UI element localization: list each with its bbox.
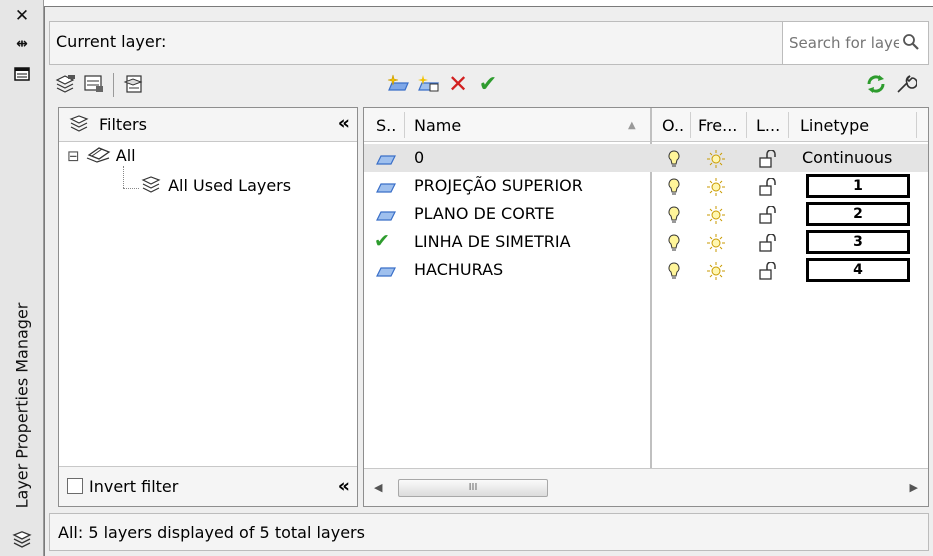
filter-icon bbox=[69, 115, 91, 138]
table-row[interactable]: 0 Continuous bbox=[364, 144, 928, 172]
layer-name: 0 bbox=[414, 148, 425, 167]
toolbar-separator bbox=[113, 73, 114, 97]
sun-thawed-icon[interactable] bbox=[706, 234, 726, 252]
search-box[interactable] bbox=[782, 22, 928, 64]
tree-connector bbox=[123, 188, 139, 189]
column-separator[interactable] bbox=[916, 112, 917, 138]
expand-icon[interactable]: ⊟ bbox=[67, 147, 80, 165]
layer-properties-manager: Current layer: ✕ ✔ bbox=[44, 6, 933, 556]
column-on[interactable]: O.. bbox=[662, 116, 684, 135]
linetype-value[interactable]: Continuous bbox=[802, 148, 892, 167]
sun-thawed-icon[interactable] bbox=[706, 206, 726, 224]
table-row[interactable]: PROJEÇÃO SUPERIOR 1 bbox=[364, 172, 928, 200]
invert-filter-label: Invert filter bbox=[89, 477, 179, 496]
scroll-right-icon[interactable]: ▶ bbox=[910, 481, 918, 494]
tree-label: All bbox=[115, 146, 136, 165]
used-layers-filter-icon bbox=[141, 176, 161, 193]
layer-icon bbox=[376, 155, 396, 165]
column-separator[interactable] bbox=[690, 112, 691, 138]
settings-wrench-icon[interactable] bbox=[893, 71, 919, 97]
sun-thawed-icon[interactable] bbox=[706, 178, 726, 196]
current-layer-label: Current layer: bbox=[56, 32, 167, 51]
column-status[interactable]: S.. bbox=[376, 116, 396, 135]
collapse-filters-icon[interactable]: « bbox=[338, 475, 350, 497]
column-header-row: S.. Name ▲ O.. Fre... L... Linetype bbox=[364, 108, 928, 142]
set-current-icon[interactable]: ✔ bbox=[475, 71, 501, 97]
unlock-icon[interactable] bbox=[758, 178, 778, 196]
current-layer-bar: Current layer: bbox=[49, 21, 929, 65]
toolbar: ✕ ✔ bbox=[49, 65, 929, 105]
auto-hide-icon[interactable]: ⇹ bbox=[0, 30, 44, 58]
layer-name: LINHA DE SIMETRIA bbox=[414, 232, 571, 251]
filters-heading: Filters bbox=[99, 115, 147, 134]
status-bar: All: 5 layers displayed of 5 total layer… bbox=[49, 513, 929, 551]
column-name[interactable]: Name bbox=[414, 116, 461, 135]
new-group-filter-icon[interactable] bbox=[81, 71, 107, 97]
scroll-left-icon[interactable]: ◀ bbox=[374, 481, 382, 494]
layer-states-manager-icon[interactable] bbox=[121, 71, 147, 97]
linetype-value[interactable]: 1 bbox=[806, 174, 910, 198]
status-text: All: 5 layers displayed of 5 total layer… bbox=[58, 523, 365, 542]
invert-filter-checkbox[interactable] bbox=[67, 478, 83, 494]
filters-panel: Filters « ⊟ All All Used Layers Invert f… bbox=[58, 107, 358, 507]
palette-title: Layer Properties Manager bbox=[12, 302, 32, 508]
tree-node-all[interactable]: ⊟ All bbox=[67, 146, 136, 165]
column-separator[interactable] bbox=[746, 112, 747, 138]
lightbulb-on-icon[interactable] bbox=[664, 178, 684, 196]
lightbulb-on-icon[interactable] bbox=[664, 262, 684, 280]
column-linetype[interactable]: Linetype bbox=[800, 116, 869, 135]
column-lock[interactable]: L... bbox=[756, 116, 780, 135]
layer-stack-icon bbox=[0, 526, 44, 554]
column-separator[interactable] bbox=[404, 112, 405, 138]
layers-list: S.. Name ▲ O.. Fre... L... Linetype 0 Co… bbox=[363, 107, 929, 507]
unlock-icon[interactable] bbox=[758, 234, 778, 252]
layer-name: PLANO DE CORTE bbox=[414, 204, 555, 223]
current-check-icon: ✔ bbox=[374, 230, 390, 252]
column-freeze[interactable]: Fre... bbox=[698, 116, 737, 135]
new-property-filter-icon[interactable] bbox=[53, 71, 79, 97]
layer-icon bbox=[376, 211, 396, 221]
linetype-value[interactable]: 3 bbox=[806, 230, 910, 254]
unlock-icon[interactable] bbox=[758, 150, 778, 168]
new-layer-icon[interactable] bbox=[385, 71, 411, 97]
palette-strip: ✕ ⇹ Layer Properties Manager bbox=[0, 0, 44, 556]
close-icon[interactable]: ✕ bbox=[0, 2, 44, 30]
sun-thawed-icon[interactable] bbox=[706, 150, 726, 168]
filters-footer: Invert filter « bbox=[59, 466, 357, 506]
table-row[interactable]: PLANO DE CORTE 2 bbox=[364, 200, 928, 228]
linetype-value[interactable]: 2 bbox=[806, 202, 910, 226]
filter-tree: ⊟ All All Used Layers bbox=[59, 142, 357, 466]
layer-name: HACHURAS bbox=[414, 260, 504, 279]
table-row[interactable]: HACHURAS 4 bbox=[364, 256, 928, 284]
new-layer-vp-frozen-icon[interactable] bbox=[415, 71, 441, 97]
lightbulb-on-icon[interactable] bbox=[664, 206, 684, 224]
lightbulb-on-icon[interactable] bbox=[664, 150, 684, 168]
layer-name: PROJEÇÃO SUPERIOR bbox=[414, 176, 583, 195]
linetype-value[interactable]: 4 bbox=[806, 258, 910, 282]
column-separator[interactable] bbox=[788, 112, 789, 138]
properties-icon[interactable] bbox=[0, 60, 44, 88]
all-layers-icon bbox=[86, 147, 111, 163]
layer-icon bbox=[376, 267, 396, 277]
search-input[interactable] bbox=[789, 31, 899, 55]
lightbulb-on-icon[interactable] bbox=[664, 234, 684, 252]
refresh-icon[interactable] bbox=[863, 71, 889, 97]
scroll-thumb[interactable]: III bbox=[398, 479, 548, 497]
horizontal-scrollbar[interactable]: ◀ III ▶ bbox=[364, 468, 928, 506]
tree-node-all-used-layers[interactable]: All Used Layers bbox=[141, 176, 291, 195]
filters-header: Filters « bbox=[59, 108, 357, 142]
collapse-filters-icon[interactable]: « bbox=[338, 112, 350, 134]
sun-thawed-icon[interactable] bbox=[706, 262, 726, 280]
tree-connector bbox=[123, 166, 124, 188]
table-row[interactable]: ✔ LINHA DE SIMETRIA 3 bbox=[364, 228, 928, 256]
tree-label: All Used Layers bbox=[168, 176, 292, 195]
layer-icon bbox=[376, 183, 396, 193]
sort-ascending-icon: ▲ bbox=[628, 120, 636, 131]
unlock-icon[interactable] bbox=[758, 206, 778, 224]
unlock-icon[interactable] bbox=[758, 262, 778, 280]
search-icon[interactable] bbox=[902, 33, 920, 51]
delete-layer-icon[interactable]: ✕ bbox=[445, 70, 471, 98]
